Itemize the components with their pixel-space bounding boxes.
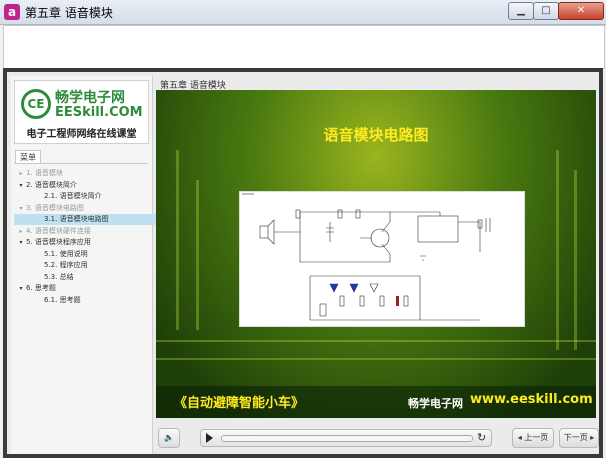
outline-section[interactable]: 5.3. 总结 (14, 272, 168, 283)
window-title: 第五章 语音模块 (25, 6, 113, 20)
outline-label: 2.1. 语音模块简介 (44, 192, 102, 200)
outline-label: 3.1. 语音模块电路图 (44, 215, 109, 223)
player-body: CE 畅学电子网 EESkill.COM 电子工程师网络在线课堂 菜单 ▸ 1. … (7, 72, 599, 454)
expand-down-icon[interactable]: ▾ (16, 237, 26, 248)
outline-label: 2. 语音模块简介 (26, 180, 77, 189)
prev-page-button[interactable]: ◂ 上一页 (512, 428, 554, 448)
expand-down-icon[interactable]: ▾ (16, 180, 26, 191)
pcb-trace (176, 150, 179, 330)
outline-label: 5. 语音模块程序应用 (26, 238, 91, 246)
schematic-drawing (242, 193, 491, 321)
replay-icon[interactable]: ↻ (477, 431, 486, 444)
outline-label: 5.2. 程序应用 (44, 261, 88, 269)
outline-section[interactable]: 2.1. 语音模块简介 (14, 191, 168, 202)
outline-label: 6.1. 思考题 (44, 295, 81, 304)
slide: 语音模块电路图 《自动避障智能小车》 畅学电子网 www.eeskill.com (156, 90, 596, 418)
expand-right-icon[interactable]: ▸ (16, 168, 26, 179)
sidebar: CE 畅学电子网 EESkill.COM 电子工程师网络在线课堂 菜单 ▸ 1. … (11, 76, 168, 454)
outline-chapter[interactable]: ▾ 5. 语音模块程序应用 (14, 237, 150, 248)
outline-tree: ▸ 1. 语音模块 ▾ 2. 语音模块简介 2.1. 语音模块简介 ▾ 3. 语音模块电路图… (14, 163, 168, 304)
outline-label: 5.3. 总结 (44, 272, 74, 281)
pcb-trace (156, 358, 596, 360)
slide-slogan: 《自动避障智能小车》 (174, 396, 305, 411)
outline-label: 3. 语音模块电路图 (26, 203, 84, 212)
close-button[interactable]: ✕ (558, 2, 604, 20)
progress-bar[interactable]: ↻ (200, 429, 492, 447)
circuit-diagram (239, 191, 525, 327)
outline-section[interactable]: 5.1. 使用说明 (14, 249, 168, 260)
seek-track[interactable] (221, 435, 473, 442)
menu-tab[interactable]: 菜单 (15, 150, 41, 164)
pcb-trace (556, 150, 559, 350)
title-bar: a 第五章 语音模块 ▁ □ ✕ (0, 0, 606, 25)
outline-chapter[interactable]: ▾ 2. 语音模块简介 (14, 180, 150, 191)
expand-down-icon[interactable]: ▾ (16, 283, 26, 294)
slide-title: 语音模块电路图 (323, 126, 429, 144)
app-icon: a (4, 4, 20, 20)
outline-label: 5.1. 使用说明 (44, 249, 88, 258)
logo-name: 畅学电子网 (55, 90, 125, 106)
outline-chapter[interactable]: ▾ 6. 思考题 (14, 283, 150, 294)
pcb-trace (156, 340, 596, 342)
pcb-trace (574, 170, 577, 350)
next-page-button[interactable]: 下一页 ▸ (559, 428, 599, 448)
outline-label: 4. 语音模块硬件连接 (26, 226, 91, 235)
top-area (3, 25, 605, 69)
outline-label: 1. 语音模块 (26, 169, 63, 177)
minimize-button[interactable]: ▁ (508, 2, 534, 20)
logo-mark-icon: CE (21, 89, 51, 119)
outline-chapter[interactable]: ▸ 4. 语音模块硬件连接 (14, 226, 150, 237)
slide-brand-url: www.eeskill.com (470, 392, 593, 407)
courseware-player: CE 畅学电子网 EESkill.COM 电子工程师网络在线课堂 菜单 ▸ 1. … (3, 68, 603, 458)
slide-brand-name: 畅学电子网 (408, 397, 463, 410)
logo-domain: EESkill.COM (55, 105, 143, 120)
outline-chapter[interactable]: ▾ 3. 语音模块电路图 (14, 203, 150, 214)
outline-chapter[interactable]: ▸ 1. 语音模块 (14, 168, 150, 179)
outline-section[interactable]: 3.1. 语音模块电路图 (14, 214, 168, 225)
play-icon[interactable] (206, 433, 213, 443)
playback-controls: 🔈 ↻ ◂ 上一页 下一页 ▸ (156, 424, 599, 450)
outline-label: 6. 思考题 (26, 284, 56, 292)
expand-right-icon[interactable]: ▸ (16, 226, 26, 237)
volume-button[interactable]: 🔈 (158, 428, 180, 448)
logo: CE 畅学电子网 EESkill.COM 电子工程师网络在线课堂 (14, 80, 149, 144)
outline-section[interactable]: 5.2. 程序应用 (14, 260, 168, 271)
speaker-icon: 🔈 (164, 433, 174, 442)
pcb-trace (196, 180, 199, 330)
expand-down-icon[interactable]: ▾ (16, 203, 26, 214)
logo-slogan: 电子工程师网络在线课堂 (26, 129, 137, 140)
outline-section[interactable]: 6.1. 思考题 (14, 295, 168, 306)
maximize-button[interactable]: □ (533, 2, 559, 20)
